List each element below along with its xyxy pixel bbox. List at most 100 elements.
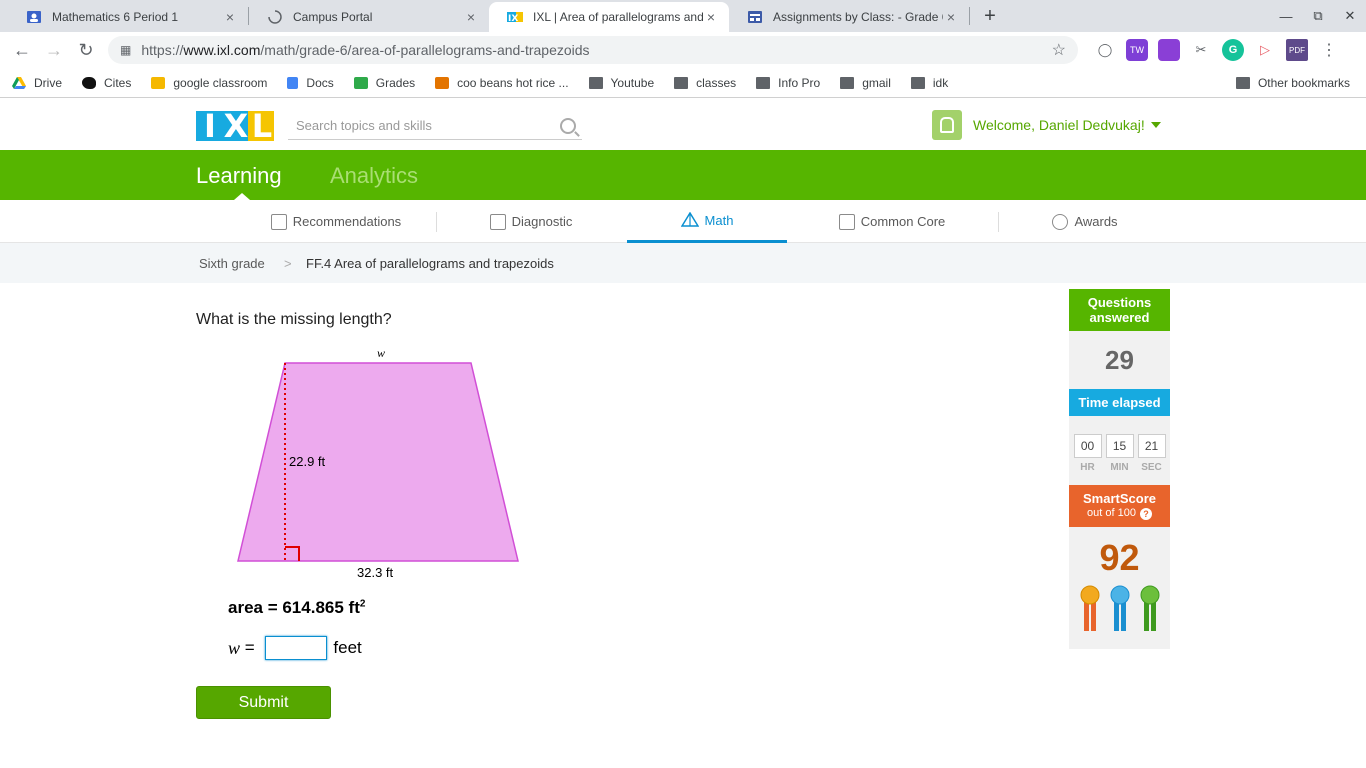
scissors-icon[interactable]: ✂ [1190, 39, 1212, 61]
time-elapsed: 00 HR 15 MIN 21 SEC [1069, 416, 1170, 477]
browser-tab-campus-portal[interactable]: Campus Portal × [249, 2, 489, 32]
breadcrumb-skill: FF.4 Area of parallelograms and trapezoi… [306, 256, 554, 271]
grammarly-icon[interactable]: G [1222, 39, 1244, 61]
height-label: 22.9 ft [289, 454, 326, 469]
bookmark-star-icon[interactable]: ☆ [1052, 40, 1066, 60]
tab-divider [436, 212, 437, 232]
tab-close-icon[interactable]: × [222, 9, 238, 25]
answer-row: w = feet [228, 636, 362, 660]
menu-icon[interactable]: ⋮ [1318, 39, 1340, 61]
browser-tab-mathematics[interactable]: Mathematics 6 Period 1 × [8, 2, 248, 32]
google-classroom-icon [26, 9, 42, 25]
tab-close-icon[interactable]: × [463, 9, 479, 25]
url-path: /math/grade-6/area-of-parallelograms-and… [260, 42, 590, 58]
submit-button[interactable]: Submit [196, 686, 331, 719]
search-placeholder: Search topics and skills [296, 118, 432, 133]
bookmark-cites[interactable]: Cites [82, 76, 131, 90]
extension-icon[interactable]: ▷ [1254, 39, 1276, 61]
back-arrow-icon[interactable]: ← [6, 34, 38, 66]
cites-icon [82, 76, 97, 89]
time-elapsed-header: Time elapsed [1069, 389, 1170, 416]
close-window-icon[interactable]: ✕ [1334, 0, 1366, 32]
tab-close-icon[interactable]: × [703, 9, 719, 25]
search-icon[interactable] [560, 117, 576, 134]
tab-divider [998, 212, 999, 232]
minimize-icon[interactable]: — [1270, 0, 1302, 32]
base-label: 32.3 ft [357, 565, 394, 580]
help-icon[interactable]: ? [1139, 507, 1152, 520]
breadcrumb-grade[interactable]: Sixth grade [199, 256, 265, 271]
browser-toolbar: ← → ↻ ▦ https:// www.ixl.com /math/grade… [0, 32, 1366, 68]
ixl-logo[interactable]: I X L [196, 110, 274, 142]
address-bar[interactable]: ▦ https:// www.ixl.com /math/grade-6/are… [108, 36, 1078, 64]
common-core-icon [838, 213, 855, 230]
awards-icon [1052, 213, 1069, 230]
folder-icon [674, 76, 689, 89]
welcome-text: Welcome, Daniel Dedvukaj! [973, 117, 1145, 133]
drive-icon [12, 76, 26, 89]
tab-close-icon[interactable]: × [943, 9, 959, 25]
bookmark-classes[interactable]: classes [674, 76, 736, 90]
questions-answered-count: 29 [1105, 345, 1134, 375]
medal-ribbons [1069, 579, 1170, 649]
browser-tab-assignments[interactable]: Assignments by Class: - Grade 6 × [729, 2, 969, 32]
trapezoid-figure: w 22.9 ft 32.3 ft [228, 340, 528, 590]
nav-analytics[interactable]: Analytics [330, 163, 418, 189]
top-label: w [377, 346, 385, 360]
tab-common-core[interactable]: Common Core [807, 200, 977, 243]
bookmark-google-classroom[interactable]: google classroom [151, 76, 267, 90]
tab-math[interactable]: Math [627, 200, 787, 243]
breadcrumb-separator: > [284, 256, 292, 271]
other-bookmarks[interactable]: Other bookmarks [1235, 76, 1350, 90]
url-host: www.ixl.com [183, 42, 261, 58]
browser-tab-ixl[interactable]: IX IXL | Area of parallelograms and × [489, 2, 729, 32]
restore-icon[interactable]: ⧉ [1302, 0, 1334, 32]
extension-icon[interactable] [1158, 39, 1180, 61]
tab-awards[interactable]: Awards [1030, 200, 1140, 243]
bookmark-docs[interactable]: Docs [287, 76, 334, 90]
active-nav-pointer [234, 193, 250, 200]
extension-icon[interactable]: ◯ [1094, 39, 1116, 61]
questions-answered-header: Questions answered [1069, 289, 1170, 331]
nav-learning[interactable]: Learning [196, 163, 282, 189]
blue-ribbon-icon [1110, 585, 1129, 631]
bookmark-idk[interactable]: idk [910, 76, 948, 90]
bookmark-youtube[interactable]: Youtube [588, 76, 654, 90]
assignments-icon [747, 9, 763, 25]
tab-recommendations[interactable]: Recommendations [236, 200, 436, 243]
search-input[interactable]: Search topics and skills [288, 112, 582, 140]
answer-variable: w [228, 637, 241, 658]
bookmark-gmail[interactable]: gmail [840, 76, 891, 90]
answer-unit: feet [333, 638, 362, 657]
bookmarks-bar: Drive Cites google classroom Docs Grades… [0, 68, 1366, 98]
folder-icon [840, 76, 855, 89]
answer-input[interactable] [265, 636, 328, 660]
bookmark-drive[interactable]: Drive [12, 76, 62, 90]
timer-hours: 00 [1073, 434, 1102, 458]
gold-ribbon-icon [1080, 585, 1099, 631]
tab-title: IXL | Area of parallelograms and [533, 10, 703, 24]
bookmark-info-pro[interactable]: Info Pro [756, 76, 820, 90]
folder-icon [756, 76, 771, 89]
timer-seconds: 21 [1137, 434, 1166, 458]
timer-minutes: 15 [1105, 434, 1134, 458]
tab-diagnostic[interactable]: Diagnostic [456, 200, 606, 243]
question-text: What is the missing length? [196, 311, 392, 328]
loading-spinner-icon [267, 9, 283, 25]
bookmark-grades[interactable]: Grades [353, 76, 415, 90]
folder-icon [1235, 76, 1250, 89]
tab-divider [969, 7, 970, 25]
page-info-icon[interactable]: ▦ [120, 43, 131, 57]
extension-icon[interactable]: TW [1126, 39, 1148, 61]
new-tab-button[interactable]: + [976, 2, 1004, 30]
docs-icon [287, 76, 299, 89]
reload-icon[interactable]: ↻ [70, 34, 102, 66]
recommendations-icon [270, 213, 287, 230]
main-nav: Learning Analytics [0, 150, 1366, 200]
pdf-icon[interactable]: PDF [1286, 39, 1308, 61]
user-menu[interactable]: Welcome, Daniel Dedvukaj! [932, 110, 1161, 140]
bookmark-coo-beans[interactable]: coo beans hot rice ... [435, 76, 569, 90]
browser-tab-strip: Mathematics 6 Period 1 × Campus Portal ×… [0, 0, 1366, 32]
folder-icon [588, 76, 603, 89]
forward-arrow-icon[interactable]: → [38, 34, 70, 66]
